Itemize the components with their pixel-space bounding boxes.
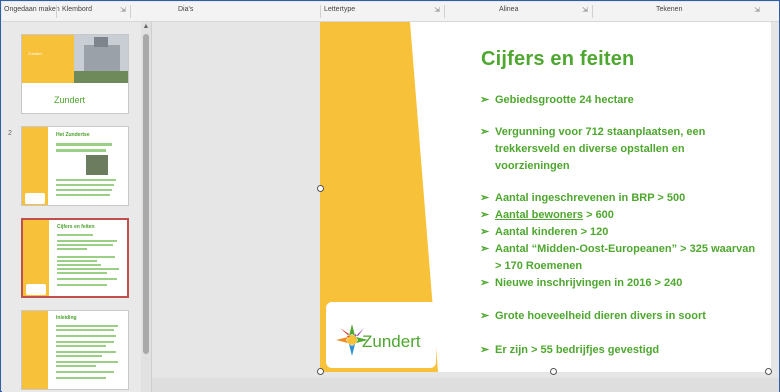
bullet-item: ➢ Aantal bewoners > 600 xyxy=(480,207,614,224)
ribbon-group-paragraph: Alinea xyxy=(499,6,519,13)
slide-thumbnails-pane: Zundert Zundert 2 Het Zundertse Cijfers … xyxy=(2,22,152,392)
zundert-logo-card: Zundert xyxy=(326,302,436,368)
ribbon-group-undo: Ongedaan maken xyxy=(4,6,60,13)
ribbon-separator xyxy=(592,5,593,18)
ribbon-group-font: Lettertype xyxy=(324,6,356,13)
ribbon-group-slides: Dia's xyxy=(178,6,194,13)
thumb-title: Het Zundertse xyxy=(56,132,90,138)
thumb-yellow-block xyxy=(22,35,82,83)
thumb-title: Cijfers en feiten xyxy=(57,224,95,230)
thumb-photo xyxy=(86,155,108,175)
slide-editing-area: Zundert Cijfers en feiten ➢ Gebiedsgroot… xyxy=(152,22,779,392)
current-slide[interactable]: Zundert Cijfers en feiten ➢ Gebiedsgroot… xyxy=(320,22,771,372)
slide-thumbnail-2[interactable]: Het Zundertse xyxy=(21,126,129,206)
zundert-logo-text: Zundert xyxy=(362,332,421,351)
ribbon-separator xyxy=(444,5,445,18)
bullet-item: ➢ Aantal kinderen > 120 xyxy=(480,224,608,241)
ribbon-group-labels: Ongedaan maken Klembord ⇲ Dia's Letterty… xyxy=(2,2,779,22)
arrow-bullet-icon: ➢ xyxy=(480,243,490,255)
slide-thumbnail-3[interactable]: Cijfers en feiten xyxy=(21,218,129,298)
arrow-bullet-icon: ➢ xyxy=(480,192,490,204)
slide-thumbnail-1[interactable]: Zundert Zundert xyxy=(21,34,129,114)
bullet-item: ➢ Aantal “Midden-Oost-Europeanen” > 325 … xyxy=(480,241,755,258)
scroll-up-icon[interactable]: ▲ xyxy=(142,23,150,31)
bullet-item: ➢ Vergunning voor 712 staanplaatsen, een xyxy=(480,124,705,141)
bullet-item: ➢ Grote hoeveelheid dieren divers in soo… xyxy=(480,308,706,325)
ribbon-separator xyxy=(320,5,321,18)
slide-thumbnail-4[interactable]: Inleiding xyxy=(21,310,129,390)
ribbon-group-clipboard: Klembord xyxy=(62,6,92,13)
ribbon-group-drawing: Tekenen xyxy=(656,6,683,13)
underlined-text: Aantal bewoners xyxy=(495,209,584,221)
scrollbar-thumb[interactable] xyxy=(143,34,149,354)
thumb-logo xyxy=(26,284,46,295)
thumb-logo xyxy=(25,193,45,204)
bullet-continuation: voorzieningen xyxy=(495,160,570,172)
resize-handle[interactable] xyxy=(317,185,324,192)
dialog-launcher-icon[interactable]: ⇲ xyxy=(754,6,760,14)
town-hall-photo xyxy=(74,35,128,83)
bullet-item: ➢ Er zijn > 55 bedrijfjes gevestigd xyxy=(480,342,659,359)
arrow-bullet-icon: ➢ xyxy=(480,277,490,289)
ribbon-separator xyxy=(56,5,57,18)
arrow-bullet-icon: ➢ xyxy=(480,209,490,221)
app-window: Ongedaan maken Klembord ⇲ Dia's Letterty… xyxy=(0,0,780,392)
resize-handle[interactable] xyxy=(765,368,772,375)
arrow-bullet-icon: ➢ xyxy=(480,126,490,138)
arrow-bullet-icon: ➢ xyxy=(480,226,490,238)
resize-handle[interactable] xyxy=(317,368,324,375)
bullet-item: ➢ Gebiedsgrootte 24 hectare xyxy=(480,92,634,109)
slide-title[interactable]: Cijfers en feiten xyxy=(481,48,634,71)
bullet-item: ➢ Nieuwe inschrijvingen in 2016 > 240 xyxy=(480,275,682,292)
arrow-bullet-icon: ➢ xyxy=(480,310,490,322)
ribbon-separator xyxy=(130,5,131,18)
dialog-launcher-icon[interactable]: ⇲ xyxy=(120,6,126,14)
bullet-item: ➢ Aantal ingeschrevenen in BRP > 500 xyxy=(480,190,685,207)
dialog-launcher-icon[interactable]: ⇲ xyxy=(434,6,440,14)
thumb-title: Inleiding xyxy=(56,315,77,321)
thumb-title: Zundert xyxy=(28,51,42,56)
thumb-logo-area: Zundert xyxy=(22,83,128,113)
thumbnail-scrollbar[interactable]: ▲ xyxy=(141,22,151,392)
horizontal-scrollbar[interactable] xyxy=(152,378,779,392)
bullet-continuation: trekkersveld en diverse opstallen en xyxy=(495,143,685,155)
thumb-yellow-band xyxy=(22,311,48,389)
resize-handle[interactable] xyxy=(550,368,557,375)
dialog-launcher-icon[interactable]: ⇲ xyxy=(582,6,588,14)
arrow-bullet-icon: ➢ xyxy=(480,344,490,356)
bullet-continuation: > 170 Roemenen xyxy=(495,260,583,272)
zundert-logo-mini: Zundert xyxy=(54,95,86,105)
arrow-bullet-icon: ➢ xyxy=(480,94,490,106)
slide-number: 2 xyxy=(8,130,12,137)
